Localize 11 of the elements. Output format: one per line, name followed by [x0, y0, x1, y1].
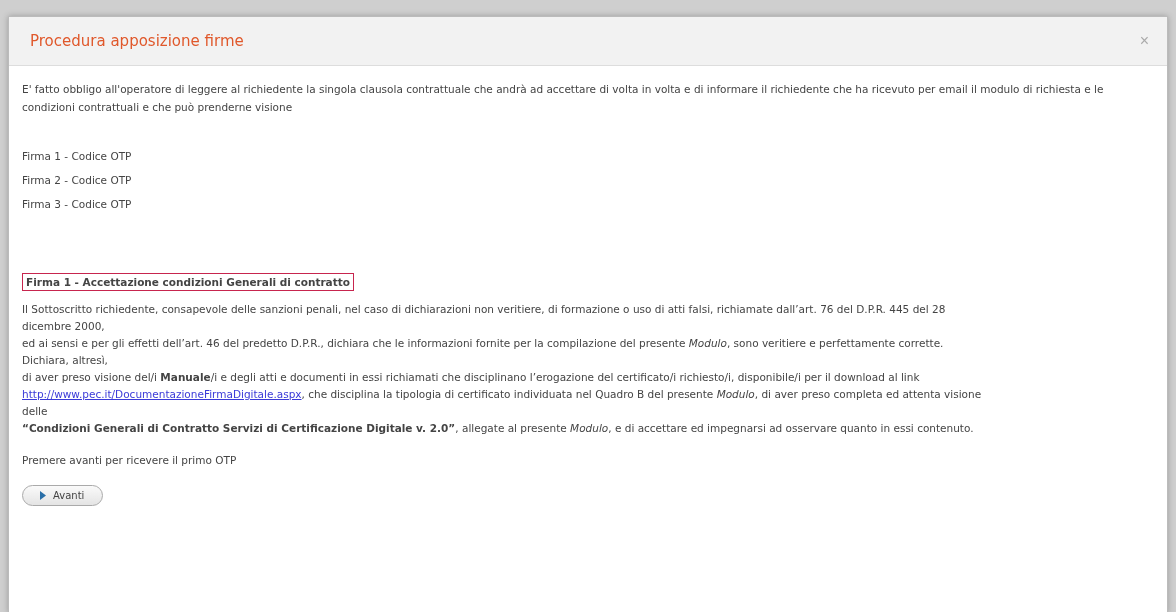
clause-heading: Firma 1 - Accettazione condizioni Generali di contratto: [22, 273, 354, 291]
download-link[interactable]: http://www.pec.it/DocumentazioneFirmaDigitale.aspx: [22, 388, 302, 400]
instruction-text: E' fatto obbligo all'operatore di leggere al richiedente la singola clausola contrattuale che andrà ad accettare di volta in volta e di informare il richiedente che ha ricevuto per email il modulo di richiesta e le condizioni contrattuali e che può prenderne visione: [22, 82, 1105, 115]
signature-label: Firma 3 - Codice OTP: [22, 198, 133, 211]
play-icon: [40, 491, 46, 500]
clause-paragraph: Il Sottoscritto richiedente, consapevole delle sanzioni penali, nel caso di dichiarazioni non veritiere, di formazione o uso di atti falsi, richiamate dall’art. 76 del D.P.R. 445 del 28 dicembre 2000, ed ai sensi e per gli effetti dell’art. 46 del predetto D.P.R., dichiara che le informazioni fornite per la compilazione del presente Modulo, sono veritiere e perfettamente corrette. Dichiara, altresì, di aver preso visione del/i Manuale/i e degli atti e documenti in essi richiamati che disciplinano l’erogazione del certificato/i richiesto/i, disponibile/i per il download al link http://www.pec.it/DocumentazioneFirmaDigitale.aspx, che disciplina la tipologia di certificato individuata nel Quadro B del presente Modulo, di aver preso completa ed attenta visione delle “Condizioni Generali di Contratto Servizi di Certificazione Digitale v. 2.0”, allegate al presente Modulo, e di accettare ed impegnarsi ad osservare quanto in essi contenuto.: [22, 302, 983, 436]
dialog-title: Procedura apposizione firme: [30, 32, 244, 50]
next-button[interactable]: Avanti: [22, 485, 104, 506]
signature-label: Firma 1 - Codice OTP: [22, 150, 133, 163]
prompt-text: Premere avanti per ricevere il primo OTP: [22, 454, 238, 466]
signature-label: Firma 2 - Codice OTP: [22, 174, 133, 187]
